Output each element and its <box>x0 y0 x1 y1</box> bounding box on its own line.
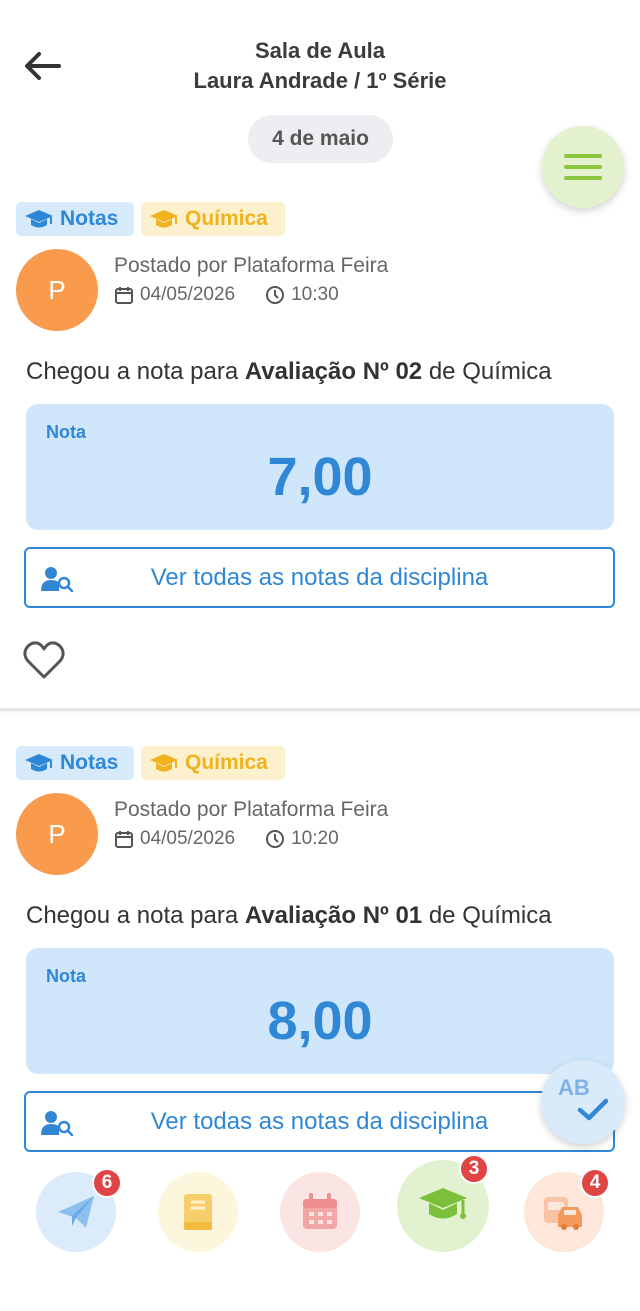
graduation-cap-icon <box>25 210 53 228</box>
user-search-icon <box>41 1111 74 1137</box>
badge-count: 6 <box>92 1168 122 1198</box>
graduation-cap-icon <box>150 210 178 228</box>
see-all-grades-button[interactable]: Ver todas as notas da disciplina <box>24 547 615 608</box>
heart-icon[interactable] <box>22 640 66 680</box>
tag-label: Notas <box>60 207 119 230</box>
page-title: Sala de Aula <box>254 38 385 63</box>
header: Sala de Aula Laura Andrade / 1º Série <box>0 0 640 110</box>
page-subtitle: Laura Andrade / 1º Série <box>193 68 447 93</box>
nav-transport[interactable]: 4 <box>524 1168 610 1252</box>
post-time: 10:20 <box>291 828 339 849</box>
message-text: de Química <box>422 358 552 385</box>
post-meta: 04/05/2026 10:20 <box>114 828 339 850</box>
spellcheck-button[interactable]: AB <box>541 1060 625 1144</box>
post-meta: 04/05/2026 10:30 <box>114 284 339 306</box>
tag-label: Química <box>185 751 268 774</box>
menu-icon-bar <box>564 176 602 180</box>
posted-by: Postado por Plataforma Feira <box>114 798 389 821</box>
tag-notas[interactable]: Notas <box>16 202 134 236</box>
tag-quimica[interactable]: Química <box>141 746 285 780</box>
grade-box: Nota 7,00 <box>26 404 614 530</box>
nav-diary[interactable] <box>158 1172 238 1252</box>
graduation-cap-icon <box>25 754 53 772</box>
bottom-nav: 6 3 4 <box>0 1154 640 1311</box>
post-message: Chegou a nota para Avaliação Nº 01 de Qu… <box>26 902 552 930</box>
grade-value: 7,00 <box>267 447 373 507</box>
clock-icon <box>265 829 285 849</box>
menu-button[interactable] <box>542 126 624 208</box>
clock-icon <box>265 285 285 305</box>
book-icon <box>184 1194 212 1230</box>
grade-label: Nota <box>46 966 86 986</box>
date-pill: 4 de maio <box>248 115 393 163</box>
graduation-cap-icon <box>150 754 178 772</box>
message-text: Chegou a nota para <box>26 902 245 929</box>
badge-count: 3 <box>459 1154 489 1184</box>
tag-quimica[interactable]: Química <box>141 202 285 236</box>
nav-grades[interactable]: 3 <box>397 1154 489 1252</box>
menu-icon <box>564 154 602 158</box>
check-icon <box>577 1098 609 1121</box>
post-message: Chegou a nota para Avaliação Nº 02 de Qu… <box>26 358 552 386</box>
see-all-grades-label: Ver todas as notas da disciplina <box>150 1107 489 1135</box>
message-assessment: Avaliação Nº 01 <box>244 902 423 929</box>
message-assessment: Avaliação Nº 02 <box>244 358 423 385</box>
see-all-grades-button[interactable]: Ver todas as notas da disciplina <box>24 1091 615 1152</box>
bus-car-icon <box>544 1197 582 1230</box>
tag-label: Química <box>185 207 268 230</box>
calendar-icon <box>114 285 134 305</box>
graduation-cap-icon <box>419 1188 467 1219</box>
avatar: P <box>16 793 98 875</box>
tag-notas[interactable]: Notas <box>16 746 134 780</box>
message-text: de Química <box>422 902 552 929</box>
message-text: Chegou a nota para <box>26 358 245 385</box>
grade-label: Nota <box>46 422 86 442</box>
grade-box: Nota 8,00 <box>26 948 614 1074</box>
calendar-icon <box>303 1193 337 1229</box>
posted-by: Postado por Plataforma Feira <box>114 254 389 277</box>
menu-icon-bar <box>564 165 602 169</box>
avatar: P <box>16 249 98 331</box>
tag-label: Notas <box>60 751 119 774</box>
calendar-icon <box>114 829 134 849</box>
nav-messages[interactable]: 6 <box>36 1168 122 1252</box>
user-search-icon <box>41 567 74 593</box>
post-divider <box>0 708 640 711</box>
see-all-grades-label: Ver todas as notas da disciplina <box>150 563 489 591</box>
badge-count: 4 <box>580 1168 610 1198</box>
post-date: 04/05/2026 <box>140 828 236 849</box>
nav-calendar[interactable] <box>280 1172 360 1252</box>
post-time: 10:30 <box>291 284 339 305</box>
grade-value: 8,00 <box>267 991 373 1051</box>
paper-plane-icon <box>58 1196 94 1228</box>
post-date: 04/05/2026 <box>140 284 236 305</box>
